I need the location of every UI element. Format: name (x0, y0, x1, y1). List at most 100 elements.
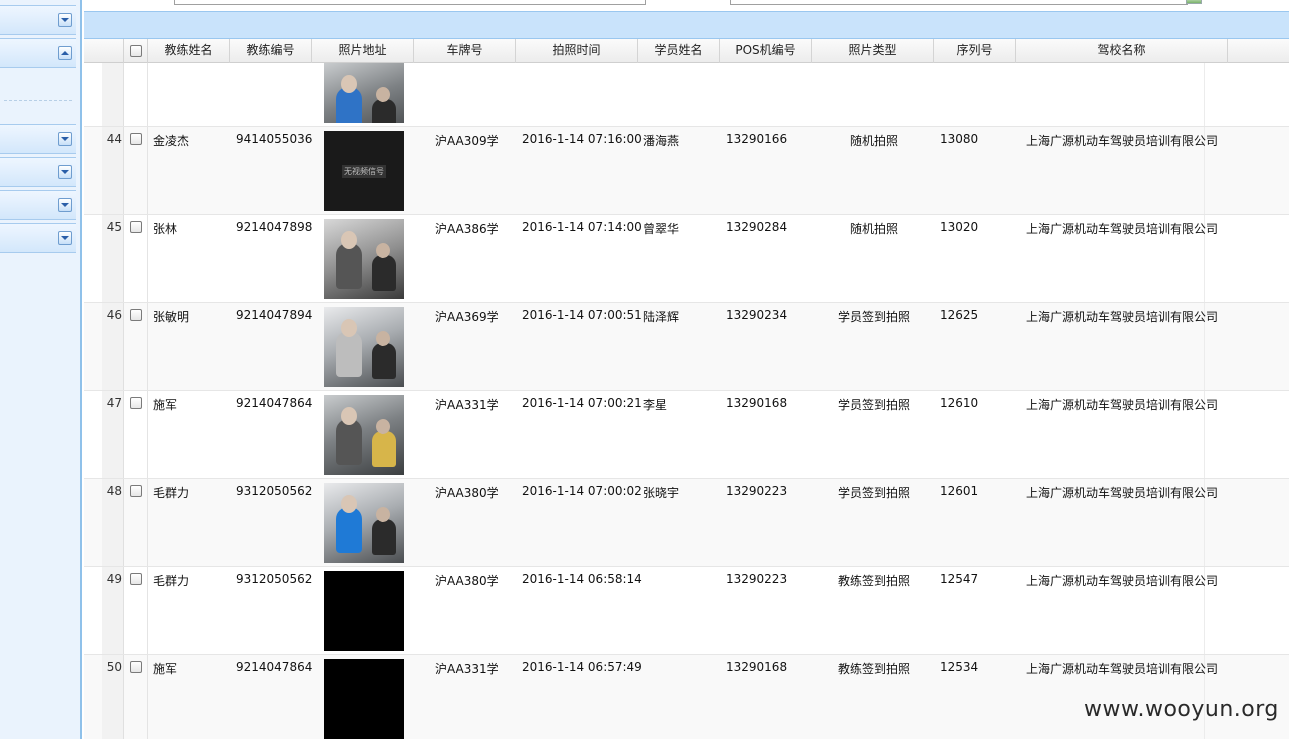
table-row[interactable]: 49 毛群力 9312050562 沪AA380学 2016-1-14 06:58:14… (84, 567, 1289, 655)
header-photo-type[interactable]: 照片类型 (812, 39, 934, 63)
plate-cell: 沪AA331学 (435, 398, 499, 412)
row-number: 50 (106, 660, 122, 674)
toolbar-band (84, 11, 1289, 39)
school-name-cell: 上海广源机动车驾驶员培训有限公司 (1026, 398, 1219, 412)
photo-time-cell: 2016-1-14 06:58:14 (522, 572, 642, 586)
serial-cell: 13080 (940, 132, 979, 146)
rownum-column (102, 63, 124, 126)
coach-code-cell: 9214047898 (236, 220, 313, 234)
coach-code-cell: 9312050562 (236, 484, 313, 498)
header-coach-code[interactable]: 教练编号 (230, 39, 312, 63)
table-row[interactable]: 44 金凌杰 9414055036 沪AA309学 2016-1-14 07:16:00… (84, 127, 1289, 215)
header-plate[interactable]: 车牌号 (414, 39, 516, 63)
photo-type-cell: 学员签到拍照 (837, 310, 910, 324)
checkbox-icon[interactable] (129, 44, 142, 57)
plate-cell: 沪AA309学 (435, 134, 499, 148)
header-serial[interactable]: 序列号 (934, 39, 1016, 63)
chevron-down-icon[interactable] (58, 198, 72, 212)
table-row[interactable]: 47 施军 9214047864 沪AA331学 2016-1-14 07:00:21 李… (84, 391, 1289, 479)
chevron-down-icon[interactable] (58, 165, 72, 179)
serial-cell: 12547 (940, 572, 979, 586)
sidebar-panel-5[interactable] (0, 190, 76, 220)
checkbox-icon[interactable] (130, 396, 142, 409)
photo-type-cell: 教练签到拍照 (837, 574, 910, 588)
photo-thumbnail[interactable]: 无视频信号 (324, 131, 404, 211)
row-checkbox[interactable] (130, 131, 142, 145)
row-number: 44 (106, 132, 122, 146)
photo-time-cell: 2016-1-14 07:14:00 (522, 220, 642, 234)
photo-thumbnail[interactable] (324, 483, 404, 563)
row-checkbox[interactable] (130, 571, 142, 585)
coach-code-cell: 9414055036 (236, 132, 313, 146)
checkbox-icon[interactable] (130, 132, 142, 145)
photo-type-cell: 学员签到拍照 (837, 486, 910, 500)
sidebar-panel-2[interactable] (0, 38, 76, 68)
row-checkbox[interactable] (130, 307, 142, 321)
search-input-1[interactable] (174, 0, 646, 5)
checkbox-icon[interactable] (130, 572, 142, 585)
school-name-cell: 上海广源机动车驾驶员培训有限公司 (1026, 486, 1219, 500)
header-filler (1228, 39, 1289, 63)
checkbox-icon[interactable] (130, 308, 142, 321)
photo-thumbnail[interactable] (324, 659, 404, 739)
row-checkbox[interactable] (130, 483, 142, 497)
pos-code-cell: 13290223 (726, 572, 788, 586)
watermark: www.wooyun.org (1084, 697, 1279, 722)
header-pos[interactable]: POS机编号 (720, 39, 812, 63)
plate-cell: 沪AA369学 (435, 310, 499, 324)
photo-thumbnail[interactable] (324, 63, 404, 123)
chevron-down-icon[interactable] (58, 132, 72, 146)
header-rownum (84, 39, 124, 63)
table-row[interactable]: 48 毛群力 9312050562 沪AA380学 2016-1-14 07:00:02… (84, 479, 1289, 567)
coach-name-cell: 张敏明 (153, 310, 190, 324)
table-row[interactable]: 45 张林 9214047898 沪AA386学 2016-1-14 07:14:00 曾… (84, 215, 1289, 303)
row-number: 49 (106, 572, 122, 586)
table-row[interactable]: 46 张敏明 9214047894 沪AA369学 2016-1-14 07:00:51… (84, 303, 1289, 391)
photo-type-cell: 随机拍照 (849, 222, 898, 236)
school-name-cell: 上海广源机动车驾驶员培训有限公司 (1026, 134, 1219, 148)
checkbox-icon[interactable] (130, 660, 142, 673)
row-number: 48 (106, 484, 122, 498)
search-input-2[interactable] (730, 0, 1188, 5)
table-row[interactable] (84, 63, 1289, 127)
row-checkbox[interactable] (130, 219, 142, 233)
photo-time-cell: 2016-1-14 07:00:21 (522, 396, 642, 410)
row-checkbox[interactable] (130, 659, 142, 673)
photo-thumbnail[interactable] (324, 219, 404, 299)
photo-time-cell: 2016-1-14 07:16:00 (522, 132, 642, 146)
student-name-cell: 曾翠华 (643, 222, 680, 236)
sidebar-panel-4[interactable] (0, 157, 76, 187)
image-icon[interactable] (1186, 0, 1202, 4)
top-toolbar (84, 0, 1289, 11)
serial-cell: 12601 (940, 484, 979, 498)
photo-thumbnail[interactable] (324, 307, 404, 387)
coach-code-cell: 9214047894 (236, 308, 313, 322)
photo-thumbnail[interactable] (324, 571, 404, 651)
checkbox-icon[interactable] (130, 220, 142, 233)
sidebar-panel-6[interactable] (0, 223, 76, 253)
serial-cell: 12610 (940, 396, 979, 410)
plate-cell: 沪AA380学 (435, 574, 499, 588)
grid-header: 教练姓名 教练编号 照片地址 车牌号 拍照时间 学员姓名 POS机编号 照片类型… (84, 39, 1289, 63)
coach-name-cell: 施军 (153, 662, 178, 676)
header-time[interactable]: 拍照时间 (516, 39, 638, 63)
sidebar-divider (4, 100, 72, 101)
coach-code-cell: 9312050562 (236, 572, 313, 586)
row-checkbox[interactable] (130, 395, 142, 409)
chevron-up-icon[interactable] (58, 46, 72, 60)
header-student[interactable]: 学员姓名 (638, 39, 720, 63)
photo-thumbnail[interactable] (324, 395, 404, 475)
sidebar-panel-1[interactable] (0, 5, 76, 35)
header-select-all[interactable] (124, 39, 148, 63)
column-divider (1204, 63, 1205, 126)
chevron-down-icon[interactable] (58, 13, 72, 27)
pos-code-cell: 13290284 (726, 220, 788, 234)
header-coach-name[interactable]: 教练姓名 (148, 39, 230, 63)
chevron-down-icon[interactable] (58, 231, 72, 245)
coach-name-cell: 施军 (153, 398, 178, 412)
header-photo[interactable]: 照片地址 (312, 39, 414, 63)
checkbox-icon[interactable] (130, 484, 142, 497)
coach-name-cell: 毛群力 (153, 486, 190, 500)
header-school[interactable]: 驾校名称 (1016, 39, 1228, 63)
sidebar-panel-3[interactable] (0, 124, 76, 154)
